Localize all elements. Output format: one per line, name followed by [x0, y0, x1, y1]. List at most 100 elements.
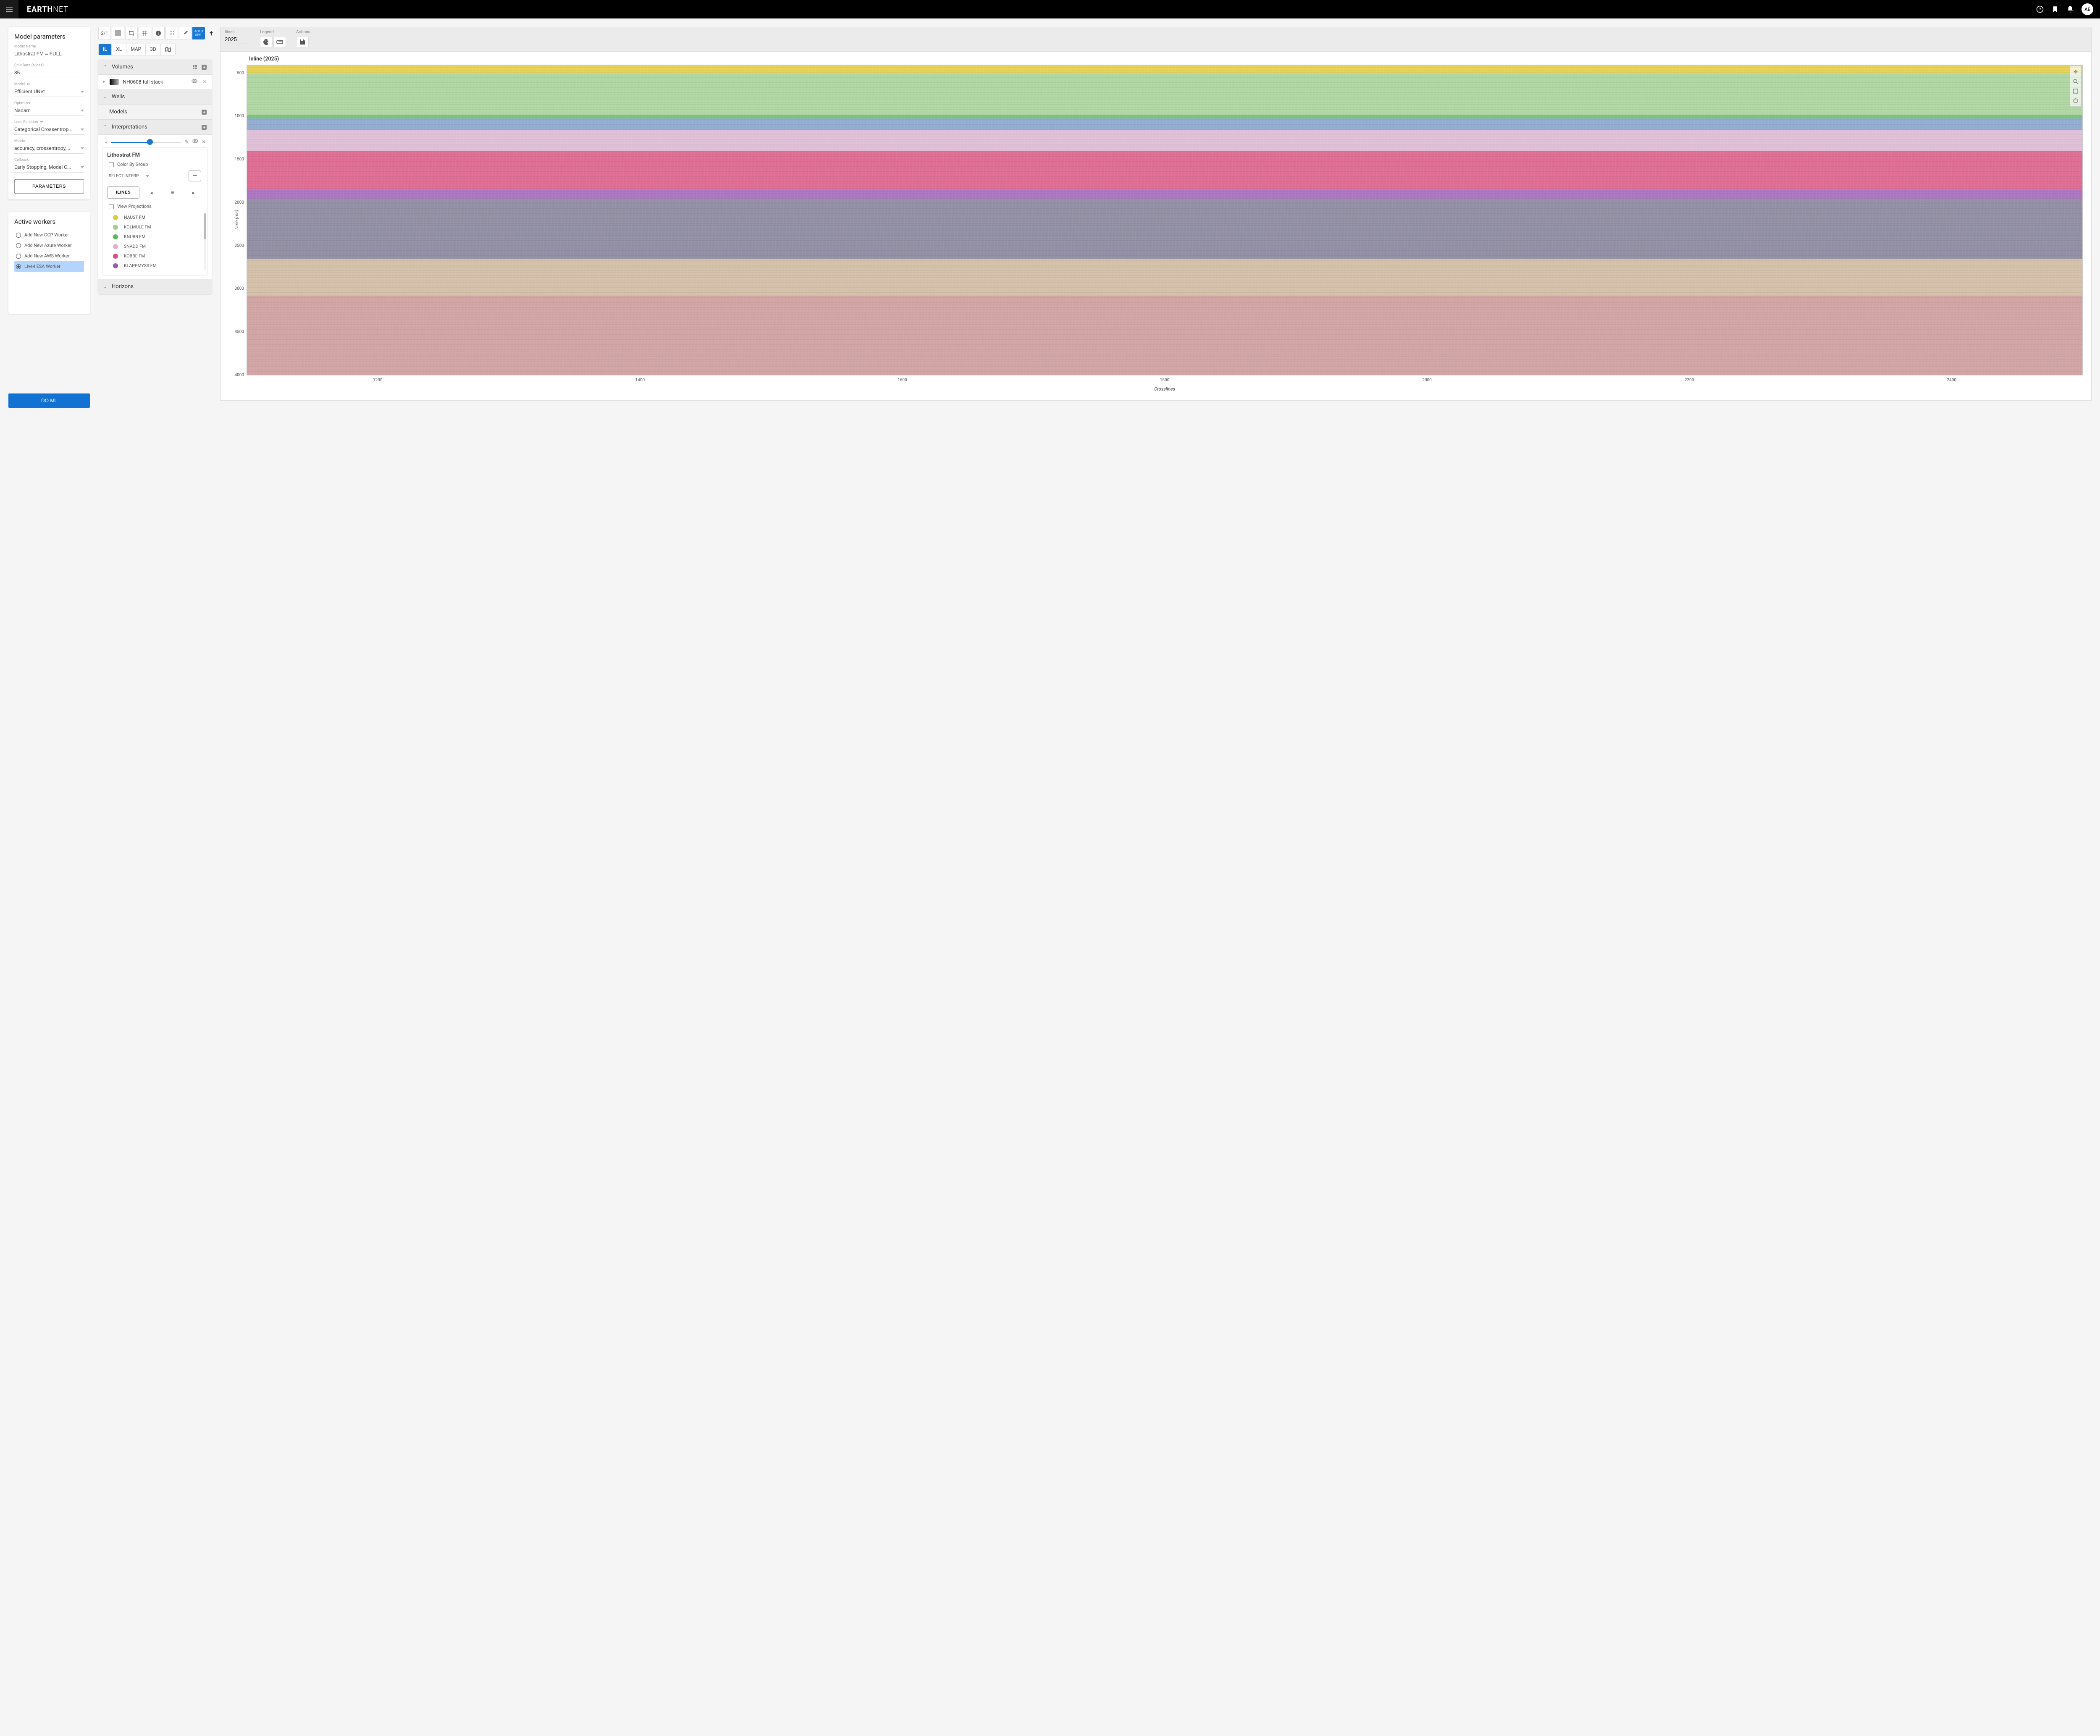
view-projections-checkbox[interactable]: View Projections	[109, 204, 203, 209]
callback-select[interactable]: Early Stopping, Model C...	[14, 163, 84, 173]
bell-icon[interactable]	[2066, 5, 2074, 13]
crop-icon[interactable]	[125, 27, 138, 39]
formation-label: KLAPPMYSS FM	[124, 263, 157, 268]
help-icon[interactable]: ?	[2036, 5, 2044, 13]
x-axis-label: Crosslines	[247, 386, 2083, 392]
ilines-button[interactable]: ILINES	[107, 186, 139, 199]
formation-item[interactable]: KOBBE FM	[107, 251, 203, 261]
fill-icon[interactable]	[112, 27, 124, 39]
callback-label: Callback	[14, 158, 84, 162]
grid-icon[interactable]	[139, 27, 151, 39]
parameters-button[interactable]: PARAMETERS	[14, 179, 84, 194]
select-interp-dropdown[interactable]: SELECT INTERP.	[109, 174, 149, 178]
worker-item[interactable]: Add New Azure Worker	[14, 240, 84, 251]
active-workers-title: Active workers	[14, 218, 84, 226]
target-icon[interactable]	[2071, 97, 2080, 105]
tab-xl[interactable]: XL	[112, 44, 126, 55]
gear-icon[interactable]: ⚙	[26, 82, 30, 87]
tab-il[interactable]: IL	[99, 44, 112, 55]
move-icon[interactable]: ✥	[2071, 68, 2080, 76]
close-icon[interactable]: ✕	[202, 79, 207, 85]
save-icon[interactable]	[296, 36, 309, 48]
models-header[interactable]: Models	[98, 105, 212, 120]
list-icon[interactable]: ≡	[163, 189, 181, 196]
formation-item[interactable]: NAUST FM	[107, 212, 203, 222]
opacity-slider[interactable]	[111, 139, 181, 145]
prev-icon[interactable]: ◂	[142, 190, 160, 196]
chevron-down-icon	[81, 147, 84, 149]
color-swatch	[113, 244, 118, 249]
eye-icon[interactable]	[192, 79, 197, 85]
tab-map-icon[interactable]	[161, 44, 175, 55]
pin-icon[interactable]	[208, 30, 214, 36]
menu-toggle[interactable]	[0, 0, 18, 18]
color-swatch	[113, 263, 118, 268]
formation-item[interactable]: KOLMULE FM	[107, 222, 203, 232]
do-ml-button[interactable]: DO ML	[8, 393, 90, 408]
model-select[interactable]: Efficient UNet	[14, 87, 84, 97]
chevron-down-icon	[81, 91, 84, 93]
tab-map[interactable]: MAP	[126, 44, 146, 55]
optimizer-select[interactable]: Nadam	[14, 106, 84, 116]
loss-select[interactable]: Categorical Crossentrop...	[14, 125, 84, 135]
svg-text:i: i	[158, 31, 159, 36]
edit-icon[interactable]: ✎	[185, 139, 189, 145]
seismic-band	[247, 74, 2082, 115]
ratio-button[interactable]: 2/1	[98, 27, 111, 39]
formation-item[interactable]: KLAPPMYSS FM	[107, 261, 203, 270]
tune-icon[interactable]: ⚌	[40, 120, 43, 124]
worker-item[interactable]: Live4 ESA Worker	[14, 261, 84, 272]
close-icon[interactable]: ✕	[202, 139, 206, 145]
ilines-input[interactable]	[225, 36, 250, 44]
chevron-down-icon	[81, 110, 84, 112]
metric-select[interactable]: accuracy, crossentropy, ...	[14, 144, 84, 154]
chevron-up-icon: ⌃	[103, 64, 108, 70]
color-swatch	[113, 225, 118, 230]
interpretations-header[interactable]: ⌃ Interpretations	[98, 120, 212, 135]
loss-label: Loss Function ⚌	[14, 120, 84, 124]
palette-icon[interactable]	[260, 36, 273, 48]
add-icon[interactable]	[202, 65, 207, 70]
add-icon[interactable]	[202, 110, 207, 115]
grid-dots-icon[interactable]	[165, 27, 178, 39]
next-icon[interactable]: ▸	[184, 190, 203, 196]
x-tick: 1800	[1160, 378, 1169, 383]
expand-icon[interactable]: ▸	[103, 80, 105, 84]
model-name-input[interactable]	[14, 50, 84, 59]
add-icon[interactable]	[202, 125, 207, 130]
formations-list: NAUST FM KOLMULE FM KNURR FMSNADD FMKOBBE …	[107, 212, 203, 270]
x-tick: 2000	[1422, 378, 1431, 383]
formation-label: KOLMULE FM	[124, 224, 151, 230]
box-icon[interactable]	[2071, 87, 2080, 95]
auto-res-button[interactable]: AUTO RES.	[192, 27, 205, 39]
volume-item[interactable]: ▸ NH0608 full stack ✕	[98, 75, 212, 89]
y-tick: 3500	[235, 330, 244, 334]
worker-item[interactable]: Add New GCP Worker	[14, 230, 84, 240]
info-icon[interactable]: i	[152, 27, 165, 39]
eyedropper-icon[interactable]	[179, 27, 192, 39]
model-label: Model ⚙	[14, 82, 84, 87]
color-by-group-checkbox[interactable]: Color By Group	[109, 162, 203, 167]
ruler-icon[interactable]	[273, 36, 286, 48]
zoom-icon[interactable]	[2071, 77, 2080, 86]
formation-item[interactable]: KNURR FM	[107, 232, 203, 241]
worker-item[interactable]: Add New AWS Worker	[14, 251, 84, 261]
scrollbar[interactable]	[204, 212, 206, 270]
seismic-band	[247, 259, 2082, 296]
volumes-header[interactable]: ⌃ Volumes	[98, 60, 212, 75]
horizons-header[interactable]: ⌄ Horizons	[98, 279, 212, 294]
seismic-canvas[interactable]: ✥	[247, 65, 2083, 375]
app-header: EARTHNET ? AE	[0, 0, 2100, 18]
wells-header[interactable]: ⌄ Wells	[98, 89, 212, 105]
tab-3d[interactable]: 3D	[146, 44, 161, 55]
avatar[interactable]: AE	[2082, 3, 2093, 15]
chevron-down-icon[interactable]: ⌄	[104, 140, 108, 144]
grid-icon[interactable]	[192, 65, 197, 70]
split-data-input[interactable]	[14, 68, 84, 78]
eye-icon[interactable]	[192, 139, 198, 145]
y-tick: 3000	[235, 286, 244, 291]
bookmark-icon[interactable]	[2051, 5, 2059, 13]
formation-item[interactable]: SNADD FM	[107, 241, 203, 251]
collapse-button[interactable]: —	[189, 170, 201, 181]
actions-label: Actions	[296, 30, 310, 34]
